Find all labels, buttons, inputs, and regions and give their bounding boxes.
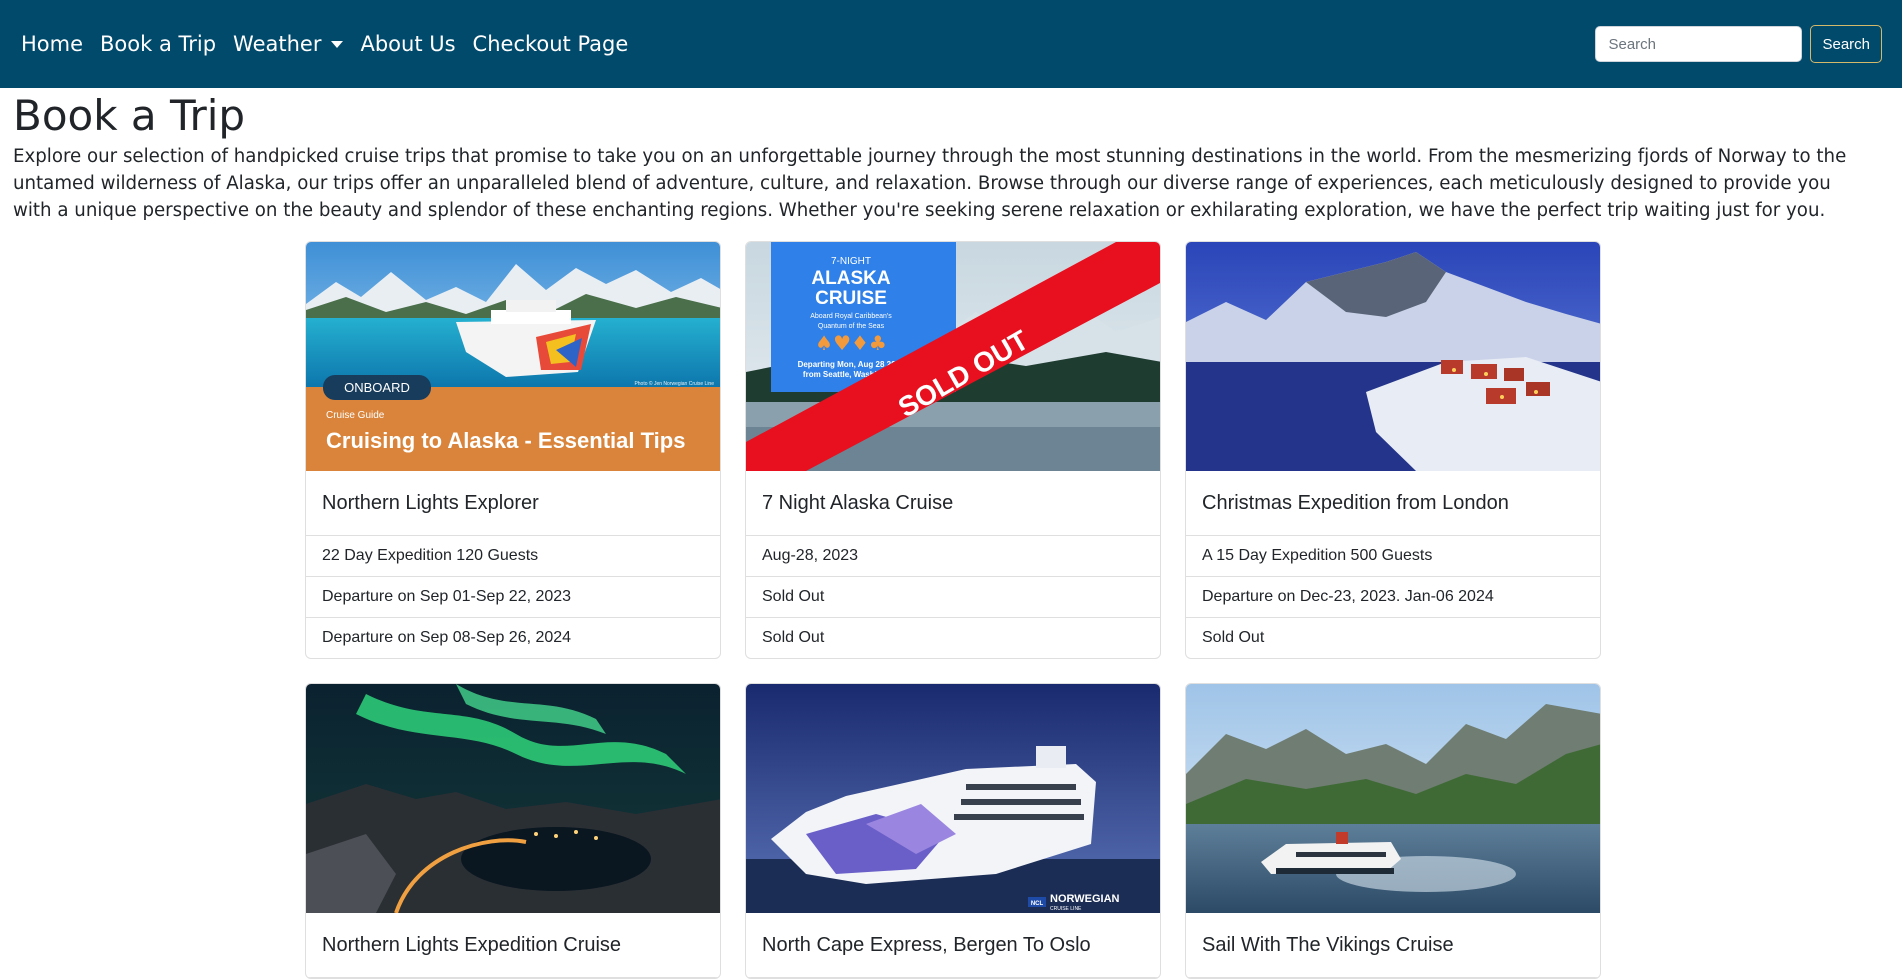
nav-dropdown-weather-label: Weather (233, 32, 322, 56)
search-input[interactable] (1595, 26, 1803, 62)
nav-dropdown-weather[interactable]: Weather (233, 32, 344, 56)
trip-image-alaska-tips: ONBOARD Cruise Guide Cruising to Alaska … (306, 242, 720, 471)
cruise-guide-text: Cruise Guide (326, 410, 385, 421)
list-item: Sold Out (746, 577, 1160, 618)
poster-suits-icon: ♠♥♦♣ (815, 331, 887, 355)
page-title: Book a Trip (13, 91, 246, 140)
poster-title-line-1: ALASKA (811, 268, 890, 289)
trip-image-ship-norwegian: NCL NORWEGIAN CRUISE LINE (746, 684, 1160, 913)
card-title[interactable]: Northern Lights Explorer (306, 471, 720, 536)
list-item: Departure on Sep 01-Sep 22, 2023 (306, 577, 720, 618)
onboard-badge-text: ONBOARD (344, 380, 410, 395)
nav-link-about-us[interactable]: About Us (360, 32, 455, 56)
trip-image-aurora (306, 684, 720, 913)
trip-image-fjord (1186, 684, 1600, 913)
photo-credit-text: Photo © Jen Norwegian Cruise Line (634, 380, 714, 387)
nav-link-home[interactable]: Home (21, 32, 83, 56)
nav-links: Home Book a Trip Weather About Us Checko… (21, 32, 645, 56)
cruise-line-logo-text: CRUISE LINE (1050, 906, 1082, 912)
list-item: Aug-28, 2023 (746, 536, 1160, 577)
trip-card: Northern Lights Expedition Cruise (305, 683, 721, 979)
search-form: Search (1595, 25, 1882, 63)
ncl-badge-text: NCL (1031, 901, 1044, 907)
nav-link-checkout[interactable]: Checkout Page (473, 32, 629, 56)
trip-image-sold-out: 7-NIGHT ALASKA CRUISE Aboard Royal Carib… (746, 242, 1160, 471)
intro-paragraph: Explore our selection of handpicked crui… (13, 146, 1847, 221)
trip-card: Christmas Expedition from London A 15 Da… (1185, 241, 1601, 659)
trip-card: 7-NIGHT ALASKA CRUISE Aboard Royal Carib… (745, 241, 1161, 659)
card-title[interactable]: Northern Lights Expedition Cruise (306, 913, 720, 978)
list-item: 22 Day Expedition 120 Guests (306, 536, 720, 577)
list-item: Departure on Dec-23, 2023. Jan-06 2024 (1186, 577, 1600, 618)
card-title[interactable]: Christmas Expedition from London (1186, 471, 1600, 536)
list-item: Sold Out (1202, 629, 1265, 646)
list-item: A 15 Day Expedition 500 Guests (1186, 536, 1600, 577)
caret-down-icon (331, 40, 344, 48)
trip-card-grid: ONBOARD Cruise Guide Cruising to Alaska … (305, 241, 1601, 979)
image-headline-text: Cruising to Alaska - Essential Tips (326, 428, 685, 453)
card-title[interactable]: 7 Night Alaska Cruise (746, 471, 1160, 536)
poster-sub-line-2: Quantum of the Seas (818, 323, 885, 330)
card-title[interactable]: North Cape Express, Bergen To Oslo (746, 913, 1160, 978)
nav-link-book-a-trip[interactable]: Book a Trip (100, 32, 216, 56)
poster-top-text: 7-NIGHT (831, 256, 871, 267)
poster-title-line-2: CRUISE (815, 288, 887, 309)
list-item: Departure on Sep 08-Sep 26, 2024 (322, 629, 572, 646)
list-item: Sold Out (762, 629, 825, 646)
trip-image-lofoten-village (1186, 242, 1600, 471)
norwegian-logo-text: NORWEGIAN (1050, 893, 1120, 905)
search-button[interactable]: Search (1810, 25, 1882, 63)
poster-sub-line-1: Aboard Royal Caribbean's (810, 313, 892, 320)
trip-card: NCL NORWEGIAN CRUISE LINE North Cape Exp… (745, 683, 1161, 979)
card-title[interactable]: Sail With The Vikings Cruise (1186, 913, 1600, 978)
trip-card: Sail With The Vikings Cruise (1185, 683, 1601, 979)
top-navbar: Home Book a Trip Weather About Us Checko… (0, 0, 1902, 88)
trip-card: ONBOARD Cruise Guide Cruising to Alaska … (305, 241, 721, 659)
